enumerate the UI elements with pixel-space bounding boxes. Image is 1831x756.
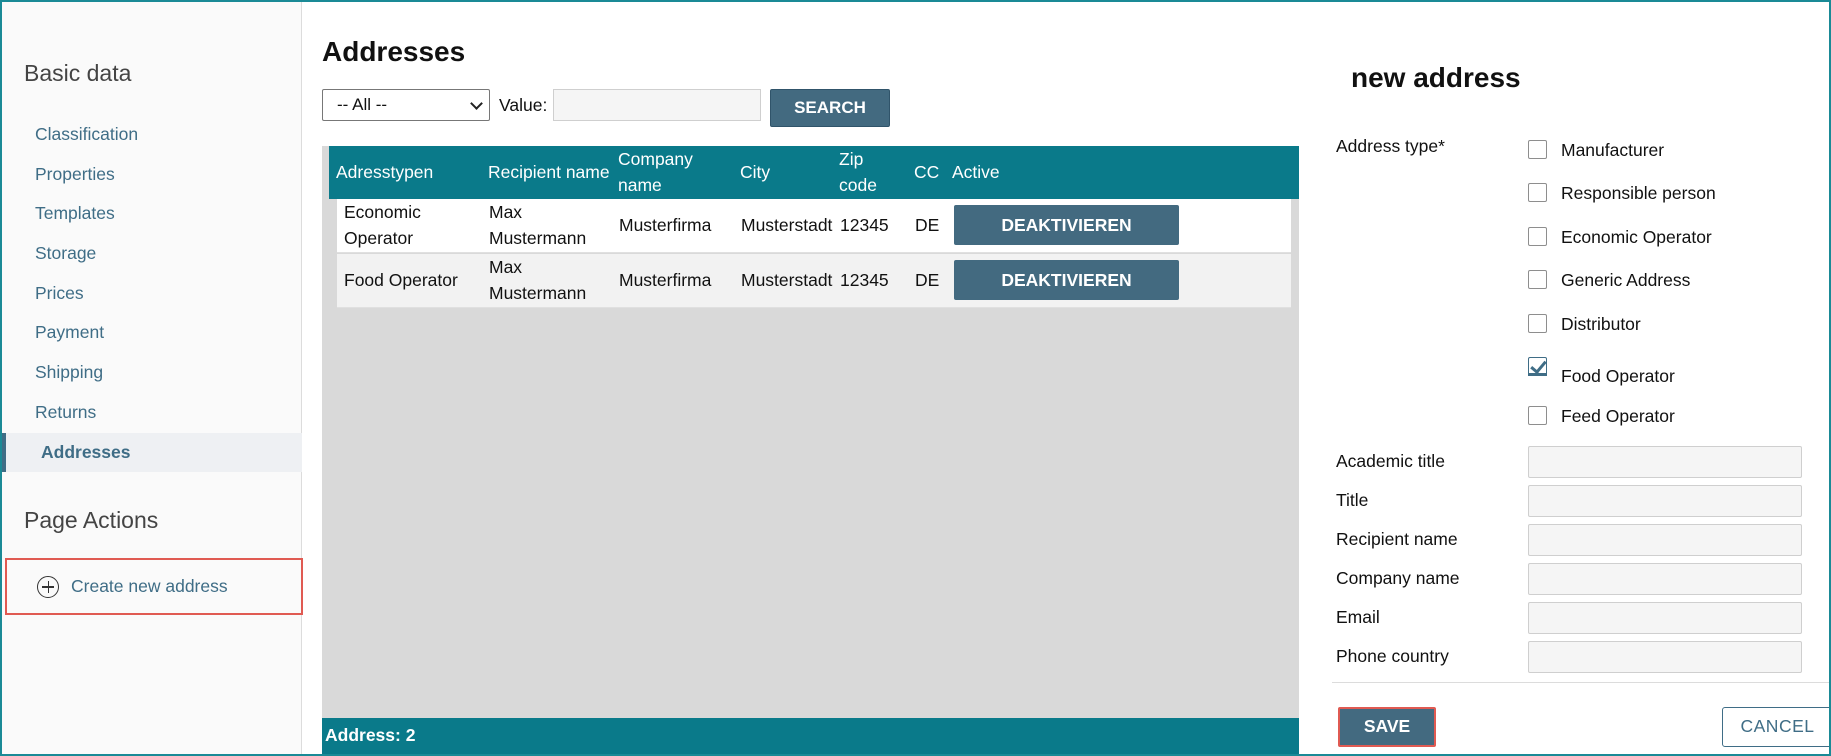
recipient-name-label: Recipient name [1336,529,1458,549]
cell-company-name: Musterfirma [619,270,712,290]
academic-title-label: Academic title [1336,451,1445,471]
address-type-label: Address type* [1336,136,1445,156]
deactivate-button[interactable]: DEAKTIVIEREN [954,205,1179,245]
sidebar-item-returns[interactable]: Returns [2,393,302,433]
cell-zip-code: 12345 [840,270,889,290]
address-grid: Adresstypen Recipient name Company name … [322,146,1299,719]
app-window: Basic data Classification Properties Tem… [0,0,1831,756]
sidebar-item-templates[interactable]: Templates [2,194,302,234]
deactivate-button[interactable]: DEAKTIVIEREN [954,260,1179,300]
address-type-filter-select[interactable]: -- All -- [322,89,490,121]
email-label: Email [1336,607,1380,627]
column-header-recipient-name[interactable]: Recipient name [488,159,610,185]
page-title: Addresses [322,36,466,67]
cell-company-name: Musterfirma [619,215,712,235]
checkbox[interactable] [1528,270,1547,289]
form-divider [1332,682,1829,683]
sidebar: Basic data Classification Properties Tem… [2,2,303,754]
column-header-cc[interactable]: CC [914,159,939,185]
cell-recipient-name: Max Mustermann [489,202,587,248]
checkbox-label: Feed Operator [1561,406,1675,426]
phone-country-field[interactable] [1528,641,1802,673]
cell-zip-code: 12345 [840,215,889,235]
table-header: Adresstypen Recipient name Company name … [329,146,1299,199]
table-row[interactable]: Food Operator Max Mustermann Musterfirma… [337,254,1291,308]
cell-address-type: Economic Operator [344,202,421,248]
chevron-down-icon [470,97,483,110]
sidebar-item-properties[interactable]: Properties [2,155,302,195]
cancel-button[interactable]: CANCEL [1722,707,1829,747]
checkbox[interactable] [1528,406,1547,425]
academic-title-field[interactable] [1528,446,1802,478]
sidebar-item-payment[interactable]: Payment [2,313,302,353]
save-button[interactable]: SAVE [1338,707,1436,747]
checkbox-label: Economic Operator [1561,227,1712,247]
sidebar-item-prices[interactable]: Prices [2,274,302,314]
checkbox[interactable] [1528,314,1547,333]
sidebar-item-classification[interactable]: Classification [2,115,302,155]
column-header-company-name[interactable]: Company name [618,146,708,198]
checkbox-label: Distributor [1561,314,1641,334]
checkbox-label: Food Operator [1561,366,1675,386]
basic-data-heading: Basic data [24,60,132,86]
sidebar-nav: Classification Properties Templates Stor… [2,115,302,473]
form-title: new address [1351,62,1521,93]
column-header-zip-code[interactable]: Zip code [839,146,879,198]
cell-city: Musterstadt [741,270,833,290]
company-name-label: Company name [1336,568,1460,588]
checkbox[interactable] [1528,227,1547,246]
cell-city: Musterstadt [741,215,833,235]
filter-selected-value: -- All -- [337,95,388,114]
checkbox[interactable] [1528,183,1547,202]
column-header-city[interactable]: City [740,159,770,185]
column-header-adresstypen[interactable]: Adresstypen [336,159,433,185]
checkbox-label: Generic Address [1561,270,1691,290]
create-new-address-button[interactable]: Create new address [5,558,303,615]
checkbox-checked[interactable] [1528,357,1547,376]
column-header-active[interactable]: Active [952,159,1000,185]
value-label: Value: [499,95,548,115]
checkbox-label: Manufacturer [1561,140,1665,160]
sidebar-item-shipping[interactable]: Shipping [2,353,302,393]
table-row[interactable]: Economic Operator Max Mustermann Musterf… [337,199,1291,253]
cell-recipient-name: Max Mustermann [489,257,587,303]
create-new-address-label: Create new address [71,576,228,596]
email-field[interactable] [1528,602,1802,634]
search-button[interactable]: SEARCH [770,89,890,127]
checkbox[interactable] [1528,140,1547,159]
value-input[interactable] [553,89,761,121]
title-label: Title [1336,490,1369,510]
sidebar-item-storage[interactable]: Storage [2,234,302,274]
cell-cc: DE [915,215,940,235]
plus-circle-icon [37,575,59,598]
sidebar-item-addresses[interactable]: Addresses [2,432,302,473]
checkbox-label: Responsible person [1561,183,1716,203]
cell-cc: DE [915,270,940,290]
address-count-footer: Address: 2 [322,718,1299,754]
recipient-name-field[interactable] [1528,524,1802,556]
title-field[interactable] [1528,485,1802,517]
page-actions-heading: Page Actions [24,507,159,533]
company-name-field[interactable] [1528,563,1802,595]
phone-country-label: Phone country [1336,646,1449,666]
cell-address-type: Food Operator [344,270,458,290]
